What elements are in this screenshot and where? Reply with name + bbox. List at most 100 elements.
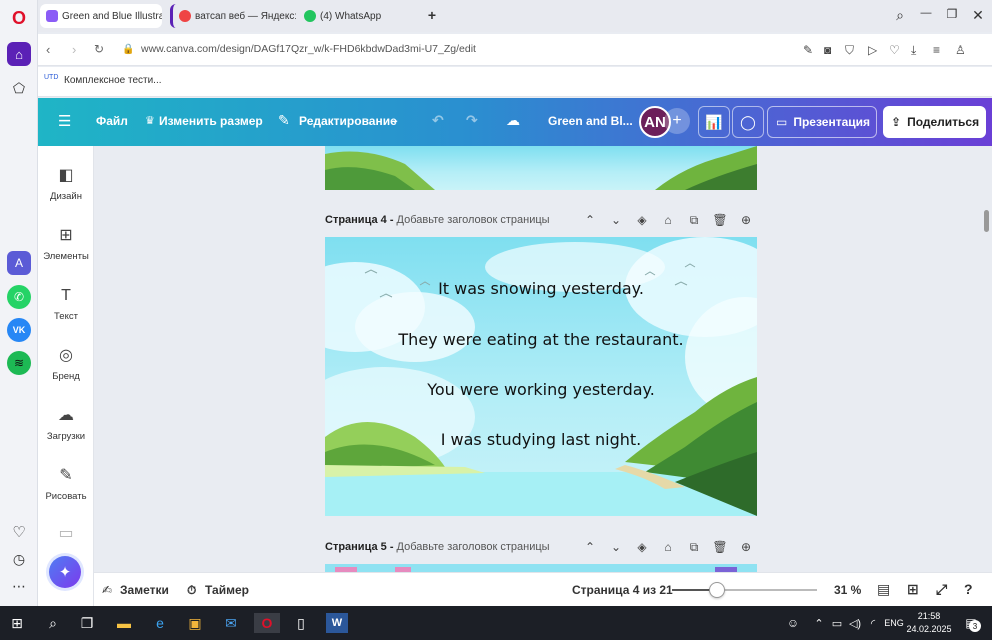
slide-line-3[interactable]: You were working yesterday. [325, 380, 757, 399]
move-down-icon[interactable]: ⌄ [608, 540, 624, 554]
task-view-icon[interactable]: ❐ [76, 613, 98, 633]
lock-page-icon[interactable]: ⌂ [660, 540, 676, 554]
editing-mode-button[interactable]: Редактирование [299, 114, 397, 128]
zoom-slider-handle[interactable] [709, 582, 725, 598]
redo-icon[interactable]: ↷ [466, 112, 478, 129]
close-window-button[interactable]: ✕ [969, 7, 987, 24]
vk-icon[interactable]: VK [7, 318, 31, 342]
tab-whatsapp[interactable]: (4) WhatsApp [298, 4, 422, 28]
chevron-down-icon[interactable]: ⌄ [391, 115, 399, 126]
file-explorer-icon[interactable]: ▬ [113, 613, 135, 633]
undo-icon[interactable]: ↶ [432, 112, 444, 129]
insights-button[interactable]: 📊 [698, 106, 730, 138]
resize-button[interactable]: Изменить размер [159, 114, 263, 128]
grid-view-icon[interactable]: ▤ [877, 581, 890, 598]
people-icon[interactable]: ☺ [782, 613, 804, 633]
cloud-saved-icon[interactable]: ☁ [506, 112, 520, 129]
slide-page-5[interactable] [325, 564, 757, 572]
uploads-tab[interactable]: ☁ Загрузки [38, 406, 94, 442]
thumbnails-icon[interactable]: ⊞ [907, 581, 919, 598]
magic-assistant-button[interactable]: ✦ [49, 556, 81, 588]
design-tab[interactable]: ◧ Дизайн [38, 166, 94, 202]
document-title[interactable]: Green and Bl... [548, 114, 633, 128]
present-button[interactable]: ▭ Презентация [767, 106, 877, 138]
lock-page-icon[interactable]: ⌂ [660, 213, 676, 227]
tab-canva[interactable]: Green and Blue Illustrative [40, 4, 162, 28]
brand-tab[interactable]: ◎ Бренд [38, 346, 94, 382]
url-field[interactable]: www.canva.com/design/DAGf17Qzr_w/k-FHD6k… [141, 43, 476, 55]
comments-button[interactable]: ◯ [732, 106, 764, 138]
forward-icon[interactable]: › [72, 42, 76, 57]
camera-icon[interactable]: ◙ [824, 43, 831, 57]
word-icon[interactable]: W [326, 613, 348, 633]
heart-outline-icon[interactable]: ♡ [889, 43, 900, 57]
share-button[interactable]: ⇪ Поделиться [883, 106, 986, 138]
zoom-slider[interactable] [672, 582, 817, 598]
new-tab-button[interactable]: + [423, 7, 441, 23]
tab-yandex[interactable]: ватсап веб — Яндекс: на [170, 4, 296, 28]
hide-icon[interactable]: ◈ [634, 540, 650, 554]
add-page-icon[interactable]: ⊕ [738, 540, 754, 554]
canvas-workspace[interactable]: Страница 4 - Добавьте заголовок страницы… [94, 146, 992, 572]
file-menu[interactable]: Файл [96, 114, 128, 128]
restore-button[interactable]: ❐ [943, 7, 961, 21]
windows-start-icon[interactable]: ⊞ [6, 613, 28, 633]
move-up-icon[interactable]: ⌃ [582, 540, 598, 554]
move-up-icon[interactable]: ⌃ [582, 213, 598, 227]
text-tab[interactable]: T Текст [38, 286, 94, 322]
page-4-subtitle[interactable]: Добавьте заголовок страницы [397, 214, 550, 226]
delete-icon[interactable]: 🗑 [712, 540, 728, 554]
mail-icon[interactable]: ✉ [220, 613, 242, 633]
slide-line-4[interactable]: I was studying last night. [325, 430, 757, 449]
page-4-header[interactable]: Страница 4 - Добавьте заголовок страницы [325, 214, 550, 226]
timer-button[interactable]: Таймер [205, 583, 249, 597]
search-tabs-icon[interactable]: ⌕ [891, 7, 909, 24]
aria-icon[interactable]: A [7, 251, 31, 275]
zoom-level[interactable]: 31 % [834, 583, 861, 597]
page-counter[interactable]: Страница 4 из 21 [572, 583, 673, 597]
taskbar-clock[interactable]: 21:58 24.02.2025 [906, 610, 952, 636]
duplicate-icon[interactable]: ⧉ [686, 540, 702, 555]
delete-icon[interactable]: 🗑 [712, 213, 728, 227]
home-icon[interactable]: ⌂ [7, 42, 31, 66]
fullscreen-icon[interactable]: ⤢ [936, 581, 947, 598]
add-collaborator-button[interactable]: + [664, 108, 690, 134]
profile-icon[interactable]: ♙ [955, 43, 966, 57]
help-icon[interactable]: ? [964, 581, 973, 597]
slide-page-4[interactable]: It was snowing yesterday. They were eati… [325, 237, 757, 516]
whatsapp-icon[interactable]: ✆ [7, 285, 31, 309]
slide-page-3[interactable] [325, 146, 757, 190]
reload-icon[interactable]: ↻ [94, 42, 104, 56]
opera-icon[interactable]: O [7, 6, 31, 30]
add-page-icon[interactable]: ⊕ [738, 213, 754, 227]
menu-icon[interactable]: ☰ [58, 112, 71, 130]
page-5-header[interactable]: Страница 5 - Добавьте заголовок страницы [325, 541, 550, 553]
page-5-subtitle[interactable]: Добавьте заголовок страницы [397, 541, 550, 553]
workspace-scrollbar[interactable] [984, 210, 989, 232]
move-down-icon[interactable]: ⌄ [608, 213, 624, 227]
hide-icon[interactable]: ◈ [634, 213, 650, 227]
bookmark-item[interactable]: UTD Комплексное тести... [44, 74, 162, 86]
pinboard-icon[interactable]: ⬠ [7, 76, 31, 100]
search-icon[interactable]: ⌕ [42, 613, 64, 633]
slide-line-2[interactable]: They were eating at the restaurant. [325, 330, 757, 349]
back-icon[interactable]: ‹ [46, 42, 50, 57]
projects-tab[interactable]: ▭ [38, 524, 94, 549]
play-icon[interactable]: ▷ [868, 43, 877, 57]
shield-icon[interactable]: ⛉ [845, 43, 854, 58]
history-icon[interactable]: ◷ [7, 547, 31, 571]
store-icon[interactable]: ▣ [184, 613, 206, 633]
more-icon[interactable]: ⋯ [7, 574, 31, 598]
elements-tab[interactable]: ⊞ Элементы [38, 226, 94, 262]
notepad-icon[interactable]: ▯ [290, 613, 312, 633]
duplicate-icon[interactable]: ⧉ [686, 213, 702, 228]
spotify-icon[interactable]: ≋ [7, 351, 31, 375]
notes-button[interactable]: Заметки [120, 583, 169, 597]
minimize-button[interactable]: — [917, 7, 935, 19]
download-icon[interactable]: ⤓ [911, 43, 916, 58]
language-indicator[interactable]: ENG [881, 613, 907, 633]
heart-icon[interactable]: ♡ [7, 520, 31, 544]
settings-sliders-icon[interactable]: ≡ [933, 43, 940, 57]
edit-icon[interactable]: ✎ [803, 43, 813, 57]
slide-line-1[interactable]: It was snowing yesterday. [325, 279, 757, 298]
